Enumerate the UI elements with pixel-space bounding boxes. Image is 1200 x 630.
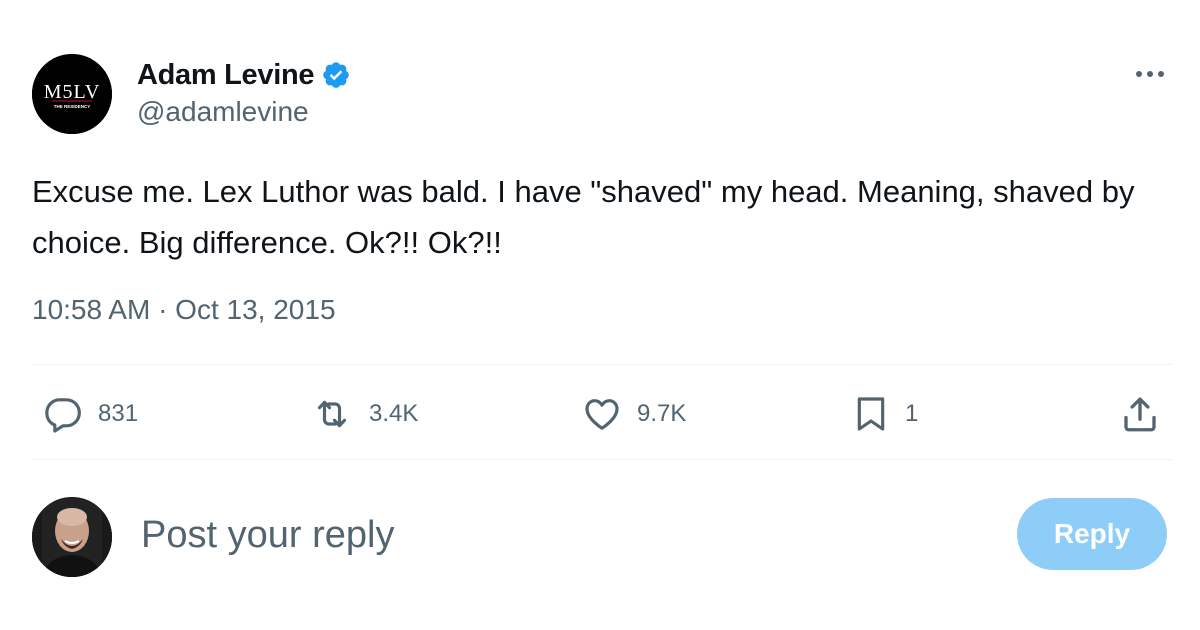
retweet-action-button[interactable]: 3.4K: [309, 392, 418, 436]
share-icon: [1119, 393, 1161, 435]
tweet-timestamp[interactable]: 10:58 AM · Oct 13, 2015: [32, 294, 336, 326]
author-avatar[interactable]: M5LV THE RESIDENCY: [32, 54, 112, 134]
speech-bubble-icon: [42, 394, 84, 434]
m5lv-logo: M5LV THE RESIDENCY: [32, 54, 112, 134]
share-action-button[interactable]: [1119, 392, 1161, 436]
retweet-icon: [309, 394, 355, 434]
divider-top: [32, 364, 1172, 365]
user-photo: [32, 497, 112, 577]
more-dots-icon: [1136, 71, 1164, 77]
logo-text: M5LV: [44, 81, 101, 103]
author-name-row[interactable]: Adam Levine: [137, 57, 351, 93]
current-user-avatar[interactable]: [32, 497, 112, 577]
like-count: 9.7K: [637, 400, 687, 427]
like-action-button[interactable]: 9.7K: [581, 392, 686, 436]
reply-input[interactable]: [141, 508, 901, 562]
heart-icon: [581, 394, 623, 434]
more-options-button[interactable]: [1134, 62, 1166, 86]
tweet-text: Excuse me. Lex Luthor was bald. I have "…: [32, 174, 1144, 260]
reply-button[interactable]: Reply: [1017, 498, 1167, 570]
tweet-card: M5LV THE RESIDENCY Adam Levine @adamlevi…: [0, 0, 1200, 630]
bookmark-count: 1: [905, 400, 919, 427]
reply-action-button[interactable]: 831: [42, 392, 138, 436]
author-handle[interactable]: @adamlevine: [137, 96, 309, 128]
logo-subtext: THE RESIDENCY: [54, 104, 91, 109]
divider-bottom: [32, 459, 1172, 460]
bookmark-icon: [851, 393, 891, 435]
author-display-name[interactable]: Adam Levine: [137, 59, 315, 92]
bookmark-action-button[interactable]: 1: [851, 392, 918, 436]
retweet-count: 3.4K: [369, 400, 419, 427]
verified-badge-icon: [321, 60, 351, 90]
reply-count: 831: [98, 400, 139, 427]
